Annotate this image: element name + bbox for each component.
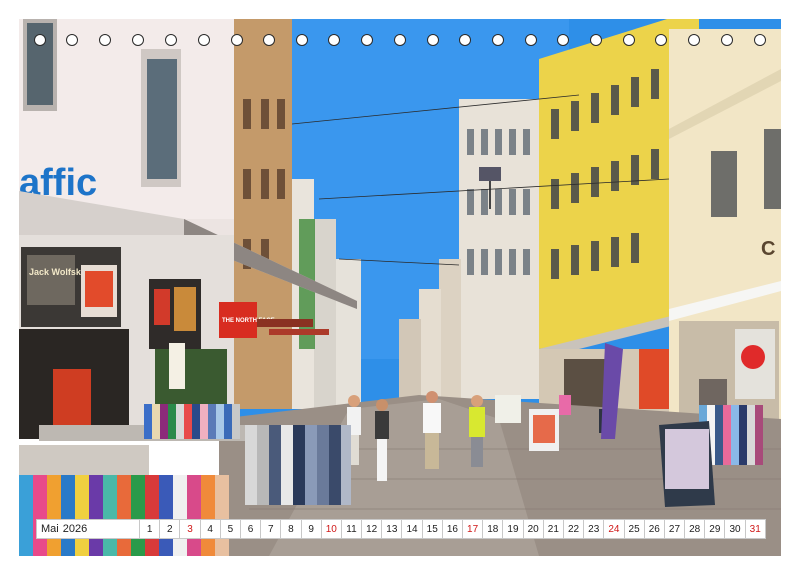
shop-sign-c: C (761, 238, 775, 260)
calendar-day-number: 30 (729, 523, 741, 535)
calendar-day: 15 (422, 519, 443, 539)
binding-hole (66, 34, 78, 46)
calendar-day-number: 6 (247, 523, 254, 535)
calendar-day: 19 (503, 519, 524, 539)
binding-hole (655, 34, 667, 46)
binding-hole (198, 34, 210, 46)
calendar-day: 8 (281, 519, 302, 539)
calendar-day: 7 (261, 519, 282, 539)
calendar-day-number: 24 (608, 523, 620, 535)
calendar-day-number: 3 (187, 523, 193, 535)
calendar-day: 12 (362, 519, 383, 539)
binding-hole (296, 34, 308, 46)
calendar-day-number: 10 (325, 523, 337, 535)
calendar-day-number: 28 (689, 523, 701, 535)
calendar-day: 26 (644, 519, 665, 539)
street-photo: affic Jack Wolfskin THE NORTH FACE C (19, 19, 781, 556)
calendar-page: affic Jack Wolfskin THE NORTH FACE C Mai… (0, 0, 800, 575)
calendar-day: 24 (604, 519, 625, 539)
calendar-day-number: 12 (366, 523, 378, 535)
month-name: Mai (41, 523, 59, 535)
calendar-day: 5 (220, 519, 241, 539)
binding-hole (132, 34, 144, 46)
calendar-day-number: 27 (668, 523, 681, 535)
calendar-day-number: 16 (446, 523, 458, 535)
binding-hole (754, 34, 766, 46)
calendar-day-number: 4 (207, 523, 213, 535)
binding-hole (231, 34, 243, 46)
calendar-day: 4 (200, 519, 221, 539)
calendar-day: 2 (160, 519, 181, 539)
calendar-day: 13 (382, 519, 403, 539)
calendar-day-number: 13 (386, 523, 398, 535)
calendar-day-number: 23 (588, 523, 600, 535)
binding-hole (590, 34, 602, 46)
spiral-binding (0, 34, 800, 50)
calendar-day-number: 18 (487, 523, 499, 535)
calendar-day-number: 14 (406, 523, 418, 535)
calendar-day: 1 (140, 519, 161, 539)
calendar-strip: Mai 2026 1 2 3 4 5 6 7 8 9 10 11 12 13 14 15 16 17 18 19 20… (36, 519, 766, 539)
calendar-day: 18 (483, 519, 504, 539)
calendar-days: 1 2 3 4 5 6 7 8 9 10 11 12 13 14 15 16 17 18 19 20 21 22 23 24 2… (140, 519, 766, 539)
year: 2026 (62, 523, 88, 535)
binding-hole (525, 34, 537, 46)
calendar-day-number: 20 (527, 523, 539, 535)
calendar-day: 16 (442, 519, 463, 539)
calendar-day: 9 (301, 519, 322, 539)
calendar-day: 23 (584, 519, 605, 539)
binding-hole (459, 34, 471, 46)
calendar-day-number: 31 (749, 523, 761, 535)
binding-hole (328, 34, 340, 46)
calendar-day: 25 (624, 519, 645, 539)
calendar-day-number: 22 (567, 523, 580, 535)
calendar-day: 14 (402, 519, 423, 539)
month-label: Mai 2026 (36, 519, 140, 539)
binding-hole (263, 34, 275, 46)
calendar-day: 11 (341, 519, 363, 539)
calendar-day-number: 17 (467, 523, 479, 535)
calendar-day-number: 29 (709, 523, 721, 535)
binding-hole (427, 34, 439, 46)
calendar-day-number: 15 (426, 523, 438, 535)
calendar-day-number: 11 (346, 523, 357, 535)
calendar-day: 31 (745, 519, 766, 539)
calendar-day-number: 25 (628, 523, 640, 535)
calendar-day: 17 (463, 519, 484, 539)
shop-sign-jack-wolfskin: Jack Wolfskin (29, 267, 89, 277)
calendar-day-number: 9 (308, 523, 314, 535)
calendar-day: 10 (321, 519, 342, 539)
calendar-day: 22 (563, 519, 585, 539)
calendar-day-number: 19 (507, 523, 519, 535)
calendar-day-number: 1 (146, 523, 153, 535)
calendar-day: 29 (705, 519, 726, 539)
calendar-day-number: 21 (547, 523, 559, 535)
calendar-day: 28 (685, 519, 706, 539)
calendar-day: 6 (240, 519, 262, 539)
calendar-day: 27 (664, 519, 686, 539)
binding-hole (394, 34, 406, 46)
calendar-day-number: 8 (288, 523, 294, 535)
calendar-day: 30 (725, 519, 746, 539)
binding-hole (557, 34, 569, 46)
calendar-day: 20 (523, 519, 544, 539)
calendar-day-number: 2 (167, 523, 173, 535)
calendar-day-number: 26 (648, 523, 660, 535)
calendar-day-number: 5 (227, 523, 234, 535)
calendar-day-number: 7 (267, 523, 274, 535)
calendar-day: 21 (543, 519, 564, 539)
calendar-day: 3 (180, 519, 201, 539)
binding-hole (721, 34, 733, 46)
binding-hole (361, 34, 373, 46)
binding-hole (99, 34, 111, 46)
binding-hole (492, 34, 504, 46)
binding-hole (34, 34, 46, 46)
binding-hole (688, 34, 700, 46)
binding-hole (165, 34, 177, 46)
binding-hole (623, 34, 635, 46)
